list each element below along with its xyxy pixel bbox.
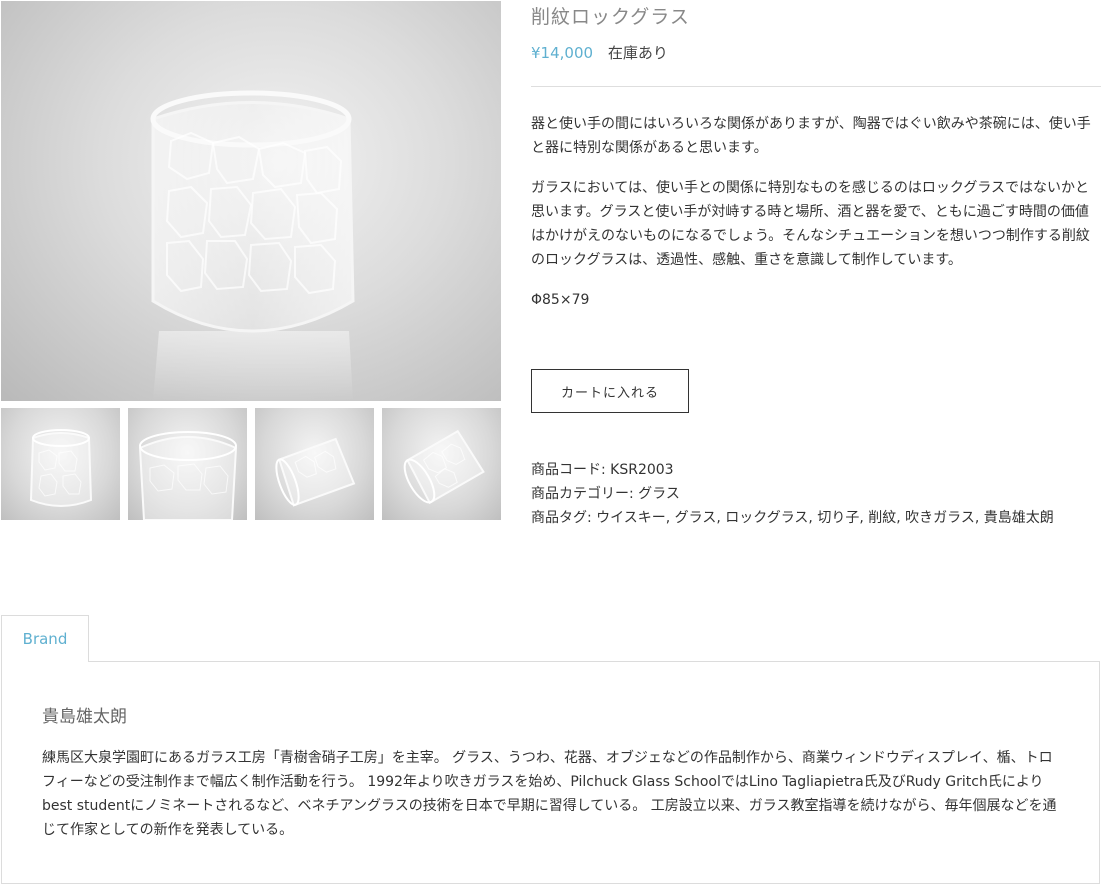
product-category: 商品カテゴリー: グラス xyxy=(531,486,680,502)
product-main-image xyxy=(1,1,501,401)
product-description: 器と使い手の間にはいろいろな関係がありますが、陶器ではぐい飲みや茶碗には、使い手… xyxy=(531,112,1093,328)
tabs-bar: Brand xyxy=(1,615,1101,662)
description-paragraph-2: ガラスにおいては、使い手との関係に特別なものを感じるのはロックグラスではないかと… xyxy=(531,180,1090,268)
tab-brand[interactable]: Brand xyxy=(1,615,89,662)
add-to-cart-button[interactable]: カートに入れる xyxy=(531,369,689,413)
stock-status: 在庫あり xyxy=(607,44,668,62)
brand-panel: 貴島雄太朗 練馬区大泉学園町にあるガラス工房「青樹舎硝子工房」を主宰。 グラス、… xyxy=(1,661,1100,884)
brand-bio: 練馬区大泉学園町にあるガラス工房「青樹舎硝子工房」を主宰。 グラス、うつわ、花器… xyxy=(42,750,1057,838)
thumbnail-strip xyxy=(1,408,501,520)
product-code: 商品コード: KSR2003 xyxy=(531,462,674,478)
product-tags: 商品タグ: ウイスキー, グラス, ロックグラス, 切り子, 削紋, 吹きガラス… xyxy=(531,510,1054,526)
price-row: ¥14,000 在庫あり xyxy=(531,42,668,63)
product-price: ¥14,000 xyxy=(531,44,594,62)
thumbnail-4[interactable] xyxy=(382,408,501,520)
divider xyxy=(531,86,1101,87)
product-size: Φ85×79 xyxy=(531,292,590,308)
thumbnail-2[interactable] xyxy=(128,408,247,520)
product-title: 削紋ロックグラス xyxy=(531,6,690,28)
description-paragraph-1: 器と使い手の間にはいろいろな関係がありますが、陶器ではぐい飲みや茶碗には、使い手… xyxy=(531,116,1091,156)
brand-name: 貴島雄太朗 xyxy=(42,707,127,727)
thumbnail-1[interactable] xyxy=(1,408,120,520)
product-meta: 商品コード: KSR2003 商品カテゴリー: グラス 商品タグ: ウイスキー,… xyxy=(531,458,1093,530)
thumbnail-3[interactable] xyxy=(255,408,374,520)
